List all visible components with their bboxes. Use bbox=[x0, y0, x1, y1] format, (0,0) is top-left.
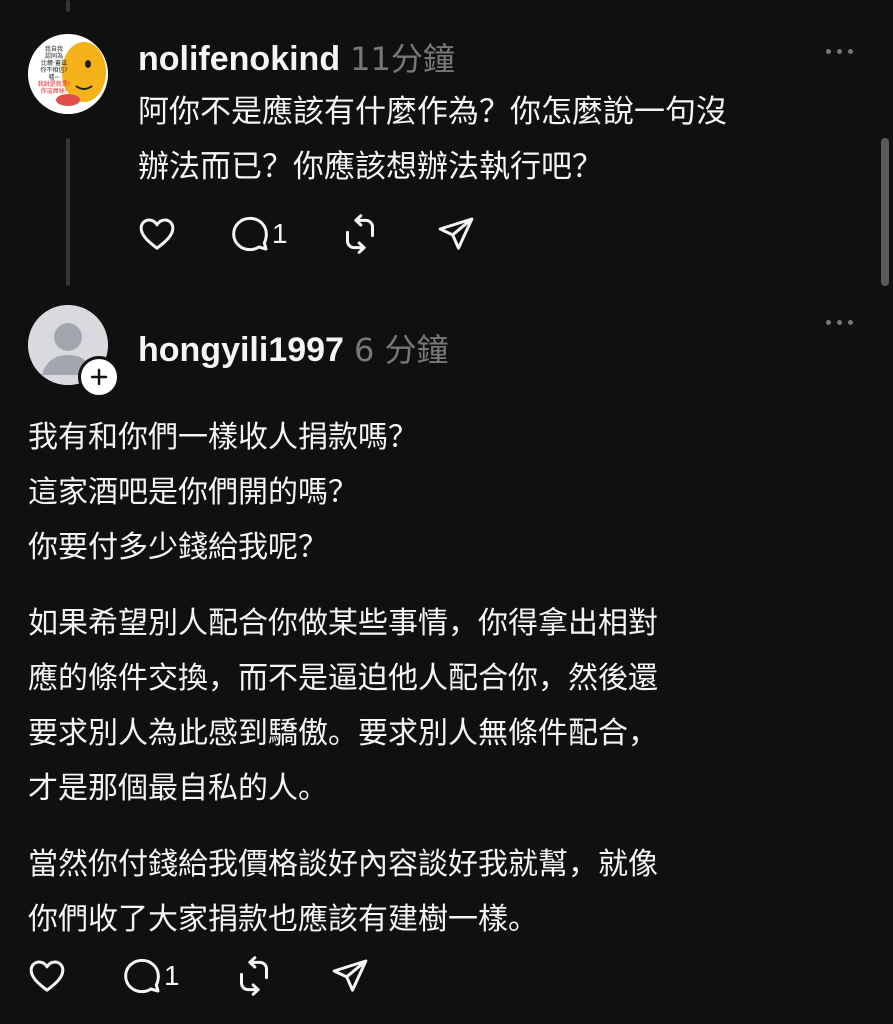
avatar-text: 嘘~ bbox=[48, 74, 60, 81]
avatar-text: 比爾·蓋茲 bbox=[41, 60, 67, 67]
comment-icon bbox=[124, 958, 160, 994]
avatar-text: 我自我 bbox=[44, 46, 63, 53]
avatar-text: 認同為 bbox=[44, 53, 63, 60]
repost-button[interactable] bbox=[234, 956, 274, 996]
scrollbar[interactable] bbox=[881, 138, 889, 286]
reply-button[interactable]: 1 bbox=[122, 956, 180, 996]
post-header: hongyili1997 6 分鐘 bbox=[138, 325, 449, 371]
repost-icon bbox=[239, 956, 268, 996]
timestamp: 6 分鐘 bbox=[353, 331, 449, 369]
avatar-nolifenokind[interactable]: 我自我 認同為 比爾·蓋茲 你不相信? 嘘~ 我說是就是! 你這屌絲! bbox=[28, 34, 108, 114]
post-header: nolifenokind 11分鐘 bbox=[138, 34, 455, 80]
share-button[interactable] bbox=[436, 214, 476, 254]
username[interactable]: hongyili1997 bbox=[138, 331, 344, 369]
follow-button[interactable] bbox=[78, 356, 120, 398]
heart-icon bbox=[139, 218, 175, 250]
avatar-text: 我說是就是! bbox=[37, 81, 71, 88]
follow-plus-icon bbox=[90, 368, 108, 386]
reply-count: 1 bbox=[164, 960, 180, 991]
paragraph: 當然你付錢給我價格談好內容談好我就幫，就像 你們收了大家捐款也應該有建樹一樣。 bbox=[28, 837, 658, 947]
post-line: 當然你付錢給我價格談好內容談好我就幫，就像 bbox=[28, 847, 658, 882]
comment-icon bbox=[232, 216, 268, 252]
post-line: 我有和你們一樣收人捐款嗎？ bbox=[28, 420, 418, 455]
heart-icon bbox=[29, 960, 65, 992]
thread-line bbox=[66, 138, 70, 286]
post-line: 阿你不是應該有什麼作為？你怎麼說一句沒 bbox=[138, 94, 727, 130]
post-line: 你們收了大家捐款也應該有建樹一樣。 bbox=[28, 902, 538, 937]
timestamp: 11分鐘 bbox=[350, 40, 455, 78]
action-bar: 1 bbox=[136, 212, 476, 256]
repost-button[interactable] bbox=[340, 214, 380, 254]
share-icon bbox=[438, 217, 473, 250]
post-line: 你要付多少錢給我呢？ bbox=[28, 530, 328, 565]
avatar-text: 你不相信? bbox=[40, 67, 68, 74]
share-icon bbox=[332, 959, 367, 992]
post-body: 我有和你們一樣收人捐款嗎？ 這家酒吧是你們開的嗎？ 你要付多少錢給我呢？ 如果希… bbox=[28, 410, 658, 947]
post-line: 要求別人為此感到驕傲。要求別人無條件配合， bbox=[28, 716, 658, 751]
like-button[interactable] bbox=[26, 954, 68, 998]
avatar-text: 你這屌絲! bbox=[40, 88, 68, 95]
reply-count: 1 bbox=[272, 218, 288, 249]
action-bar: 1 bbox=[26, 954, 370, 998]
repost-icon bbox=[345, 214, 374, 254]
avatar-caption: 我自我 認同為 比爾·蓋茲 你不相信? 嘘~ 我說是就是! 你這屌絲! bbox=[32, 46, 76, 95]
post-line: 應的條件交換，而不是逼迫他人配合你，然後還 bbox=[28, 661, 658, 696]
post-body: 阿你不是應該有什麼作為？你怎麼說一句沒 辦法而已？你應該想辦法執行吧？ bbox=[138, 85, 727, 195]
post-line: 這家酒吧是你們開的嗎？ bbox=[28, 475, 358, 510]
more-icon[interactable] bbox=[826, 49, 853, 54]
paragraph: 我有和你們一樣收人捐款嗎？ 這家酒吧是你們開的嗎？ 你要付多少錢給我呢？ bbox=[28, 410, 658, 575]
post-line: 才是那個最自私的人。 bbox=[28, 771, 328, 806]
share-button[interactable] bbox=[330, 956, 370, 996]
post-line: 如果希望別人配合你做某些事情，你得拿出相對 bbox=[28, 606, 658, 641]
paragraph: 如果希望別人配合你做某些事情，你得拿出相對 應的條件交換，而不是逼迫他人配合你，… bbox=[28, 596, 658, 816]
more-icon[interactable] bbox=[826, 320, 853, 325]
reply-button[interactable]: 1 bbox=[230, 214, 288, 254]
like-button[interactable] bbox=[136, 212, 178, 256]
username[interactable]: nolifenokind bbox=[138, 40, 340, 78]
thread-line-top bbox=[66, 0, 70, 12]
post-line: 辦法而已？你應該想辦法執行吧？ bbox=[138, 149, 603, 185]
